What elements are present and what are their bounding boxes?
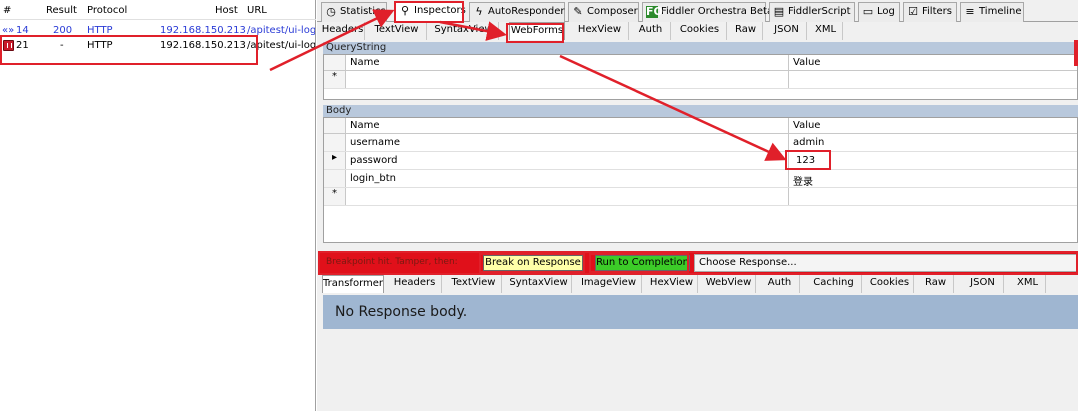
pencil-icon: ✎ bbox=[573, 5, 583, 18]
body-row-username[interactable]: username admin bbox=[324, 134, 1077, 152]
tab-statistics[interactable]: ◷ Statistics bbox=[321, 2, 387, 22]
tab-syntaxview[interactable]: SyntaxView bbox=[506, 275, 572, 293]
field-name: login_btn bbox=[350, 173, 396, 184]
checkbox-icon: ☑ bbox=[908, 5, 918, 18]
new-row-marker: * bbox=[324, 71, 346, 88]
log-icon: ▭ bbox=[862, 5, 874, 18]
tab-textview[interactable]: TextView bbox=[446, 275, 502, 293]
tab-textview[interactable]: TextView bbox=[367, 22, 427, 40]
field-name: password bbox=[350, 155, 398, 166]
tab-hexview[interactable]: HexView bbox=[571, 22, 629, 40]
tab-autoresponder[interactable]: ϟ AutoResponder bbox=[469, 2, 565, 22]
annotation-box-breakpoint-bar bbox=[318, 251, 1078, 275]
grid-header: Name Value bbox=[324, 118, 1077, 134]
new-row[interactable]: * bbox=[324, 71, 1077, 89]
col-header-protocol[interactable]: Protocol bbox=[87, 5, 127, 16]
tab-json[interactable]: JSON bbox=[767, 22, 807, 40]
annotation-box-right-edge bbox=[1074, 40, 1078, 66]
tab-filters[interactable]: ☑ Filters bbox=[903, 2, 957, 22]
tab-fiddlerscript[interactable]: ▤ FiddlerScript bbox=[769, 2, 855, 22]
tab-auth[interactable]: Auth bbox=[631, 22, 671, 40]
lightning-icon: ϟ bbox=[475, 5, 483, 18]
tab-composer[interactable]: ✎ Composer bbox=[568, 2, 639, 22]
current-row-arrow-icon: ▸ bbox=[324, 152, 346, 169]
col-header-result[interactable]: Result bbox=[46, 5, 77, 16]
tab-headers[interactable]: Headers bbox=[321, 22, 365, 40]
tab-fiddler-orchestra[interactable]: FO Fiddler Orchestra Beta bbox=[642, 2, 773, 22]
response-tab-bar: Transformer Headers TextView SyntaxView … bbox=[322, 275, 1074, 293]
annotation-box-run-button bbox=[589, 253, 689, 273]
inspector-panel: ◷ Statistics ⚲ Inspectors ϟ AutoResponder ✎… bbox=[317, 0, 1078, 411]
tab-imageview[interactable]: ImageView bbox=[576, 275, 642, 293]
col-name: Name bbox=[350, 120, 380, 131]
tab-cookies[interactable]: Cookies bbox=[673, 22, 727, 40]
tab-auth[interactable]: Auth bbox=[760, 275, 800, 293]
field-value[interactable]: admin bbox=[793, 137, 824, 148]
annotation-box-webforms bbox=[506, 23, 564, 43]
tab-json[interactable]: JSON bbox=[962, 275, 1004, 293]
tab-syntaxview[interactable]: SyntaxView bbox=[429, 22, 499, 40]
response-body-message: No Response body. bbox=[323, 295, 1078, 329]
annotation-box-session bbox=[0, 35, 258, 65]
session-list-header: # Result Protocol Host URL bbox=[0, 2, 316, 20]
grid-header: Name Value bbox=[324, 55, 1077, 71]
tab-timeline[interactable]: ≡ Timeline bbox=[960, 2, 1024, 22]
annotation-box-break-button bbox=[479, 253, 585, 273]
col-value: Value bbox=[793, 57, 821, 68]
tab-cookies[interactable]: Cookies bbox=[866, 275, 914, 293]
col-header-host[interactable]: Host bbox=[215, 5, 238, 16]
body-grid[interactable]: Name Value username admin ▸ password 123… bbox=[323, 117, 1078, 243]
body-header: Body bbox=[323, 105, 1078, 117]
field-value[interactable]: 登录 bbox=[793, 173, 813, 188]
tab-webview[interactable]: WebView bbox=[702, 275, 756, 293]
col-header-id[interactable]: # bbox=[3, 5, 11, 16]
new-row-marker: * bbox=[324, 188, 346, 205]
new-row[interactable]: * bbox=[324, 188, 1077, 206]
timeline-icon: ≡ bbox=[965, 5, 975, 18]
col-header-url[interactable]: URL bbox=[247, 5, 267, 16]
col-value: Value bbox=[793, 120, 821, 131]
annotation-box-inspectors bbox=[394, 1, 464, 23]
request-tab-bar: Headers TextView SyntaxView WebForms Hex… bbox=[321, 22, 1078, 40]
tab-raw[interactable]: Raw bbox=[918, 275, 954, 293]
querystring-header: QueryString bbox=[323, 42, 1078, 54]
tab-xml[interactable]: XML bbox=[809, 22, 843, 40]
field-name: username bbox=[350, 137, 400, 148]
col-name: Name bbox=[350, 57, 380, 68]
fo-icon: FO bbox=[646, 5, 663, 18]
tab-transformer[interactable]: Transformer bbox=[322, 275, 384, 293]
tab-raw[interactable]: Raw bbox=[729, 22, 763, 40]
tab-xml[interactable]: XML bbox=[1010, 275, 1046, 293]
tab-hexview[interactable]: HexView bbox=[646, 275, 698, 293]
body-row-password[interactable]: ▸ password 123 bbox=[324, 152, 1077, 170]
body-row-login-btn[interactable]: login_btn 登录 bbox=[324, 170, 1077, 188]
stopwatch-icon: ◷ bbox=[326, 5, 336, 18]
tab-headers[interactable]: Headers bbox=[388, 275, 442, 293]
querystring-grid[interactable]: Name Value * bbox=[323, 54, 1078, 100]
tab-caching[interactable]: Caching bbox=[806, 275, 862, 293]
tab-log[interactable]: ▭ Log bbox=[858, 2, 900, 22]
script-icon: ▤ bbox=[773, 5, 785, 18]
annotation-box-password-value bbox=[785, 150, 831, 170]
